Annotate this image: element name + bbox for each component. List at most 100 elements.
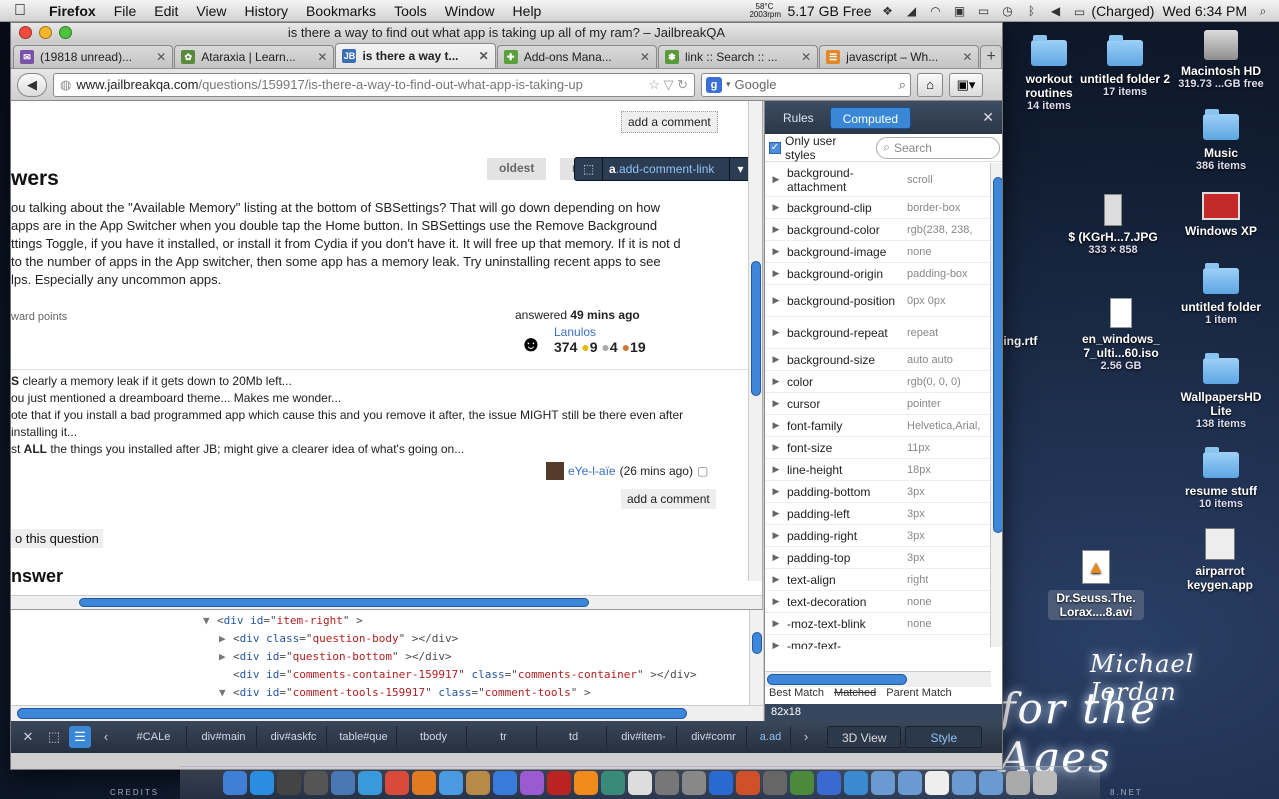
expand-arrow-icon[interactable]: ▶: [765, 508, 787, 519]
volume-icon[interactable]: ◀: [1048, 4, 1064, 18]
close-tab-icon[interactable]: ✕: [156, 50, 166, 64]
close-window-button[interactable]: [19, 26, 32, 39]
breadcrumb-item-selected[interactable]: a.ad: [751, 726, 791, 748]
element-picker-icon[interactable]: ⬚: [575, 158, 603, 180]
docs-folder-icon[interactable]: [898, 771, 922, 795]
desktop-icon-untitled-folder-2[interactable]: untitled folder 2 17 items: [1080, 35, 1170, 98]
styles-horizontal-scrollbar[interactable]: [765, 671, 991, 687]
computed-property-row[interactable]: ▶ cursor pointer: [765, 393, 991, 415]
sort-oldest-tab[interactable]: oldest: [487, 158, 547, 180]
expand-arrow-icon[interactable]: ▶: [765, 420, 787, 431]
spotlight-search-icon[interactable]: ⌕: [1255, 4, 1271, 18]
list-icon[interactable]: [1006, 771, 1030, 795]
html-node[interactable]: <div id="comments-container-159917" clas…: [219, 668, 697, 681]
screen-icon[interactable]: ▣: [952, 4, 968, 18]
close-tab-icon[interactable]: ✕: [801, 50, 811, 64]
close-tab-icon[interactable]: ✕: [479, 49, 489, 63]
expand-arrow-icon[interactable]: ▶: [765, 464, 787, 475]
3d-view-button[interactable]: 3D View: [827, 726, 902, 748]
add-comment-link-bottom[interactable]: add a comment: [621, 489, 716, 509]
expand-arrow-icon[interactable]: ▶: [765, 174, 787, 185]
expand-arrow-icon[interactable]: ▶: [765, 486, 787, 497]
minimize-window-button[interactable]: [39, 26, 52, 39]
close-tab-icon[interactable]: ✕: [640, 50, 650, 64]
google-icon[interactable]: g: [706, 76, 722, 93]
computed-property-row[interactable]: ▶ line-height 18px: [765, 459, 991, 481]
only-user-styles-checkbox[interactable]: ✓: [769, 141, 781, 154]
scroll-thumb[interactable]: [993, 177, 1002, 533]
page-vertical-scrollbar[interactable]: [748, 101, 762, 581]
expand-arrow-icon[interactable]: ▶: [765, 376, 787, 387]
menu-history[interactable]: History: [235, 3, 297, 19]
stack-folder-icon[interactable]: [979, 771, 1003, 795]
search-bar[interactable]: g ▾ Google ⌕: [701, 72, 911, 97]
desktop-icon-jpg[interactable]: $ (KGrH...7.JPG 333 × 858: [1068, 194, 1158, 256]
desktop-icon-rtf[interactable]: ding.rtf: [996, 314, 1056, 348]
url-dropdown-icon[interactable]: ▽: [663, 77, 673, 92]
spotlight-icon[interactable]: [844, 771, 868, 795]
page-horizontal-scrollbar[interactable]: [11, 595, 762, 609]
expand-arrow-icon[interactable]: ▶: [765, 398, 787, 409]
expand-arrow-icon[interactable]: ▶: [765, 596, 787, 607]
menu-edit[interactable]: Edit: [145, 3, 187, 19]
desktop-icon-untitled-folder[interactable]: untitled folder 1 item: [1176, 263, 1266, 326]
breadcrumb-scroll-left-icon[interactable]: ‹: [95, 726, 117, 748]
back-button[interactable]: ◀: [17, 72, 47, 97]
computed-property-row[interactable]: ▶ text-decoration none: [765, 591, 991, 613]
menu-app-name[interactable]: Firefox: [40, 3, 105, 19]
computed-property-row[interactable]: ▶ -moz-text-: [765, 635, 991, 650]
breadcrumb-item[interactable]: div#item-: [611, 726, 677, 748]
computed-property-row[interactable]: ▶ font-family Helvetica,Arial,: [765, 415, 991, 437]
computed-property-row[interactable]: ▶ padding-right 3px: [765, 525, 991, 547]
zoom-window-button[interactable]: [59, 26, 72, 39]
menu-file[interactable]: File: [105, 3, 146, 19]
desktop-icon-windows7-iso[interactable]: en_windows_ 7_ulti...60.iso 2.56 GB: [1076, 298, 1166, 372]
time-machine-icon[interactable]: ◷: [1000, 4, 1016, 18]
finder-icon[interactable]: [223, 771, 247, 795]
expand-arrow-icon[interactable]: ▶: [765, 530, 787, 541]
expand-arrow-icon[interactable]: ▶: [765, 552, 787, 563]
tab-javascript[interactable]: ☰ javascript – Wh... ✕: [819, 45, 980, 68]
wifi-icon[interactable]: ◠: [928, 4, 944, 18]
close-tab-icon[interactable]: ✕: [962, 50, 972, 64]
downloads-folder-icon[interactable]: [952, 771, 976, 795]
scroll-thumb[interactable]: [767, 674, 907, 685]
document-icon[interactable]: [925, 771, 949, 795]
search-engine-dropdown-icon[interactable]: ▾: [726, 79, 731, 90]
parent-match-link[interactable]: Parent Match: [886, 687, 951, 703]
airplay-icon[interactable]: ◢: [904, 4, 920, 18]
computed-property-row[interactable]: ▶ background-color rgb(238, 238,: [765, 219, 991, 241]
computed-property-row[interactable]: ▶ color rgb(0, 0, 0): [765, 371, 991, 393]
expand-arrow-icon[interactable]: ▶: [765, 246, 787, 257]
chrome-icon[interactable]: [385, 771, 409, 795]
style-button[interactable]: Style: [905, 726, 983, 748]
apps-folder-icon[interactable]: [871, 771, 895, 795]
bookmarks-menu-button[interactable]: ▣▾: [949, 72, 983, 97]
new-tab-button[interactable]: +: [980, 45, 1002, 68]
addressbook-icon[interactable]: [466, 771, 490, 795]
home-button[interactable]: ⌂: [917, 72, 943, 97]
expand-arrow-icon[interactable]: ▶: [765, 295, 787, 306]
tab-jailbreakqa[interactable]: JB is there a way t... ✕: [335, 43, 496, 68]
breadcrumb-item[interactable]: div#main: [191, 726, 257, 748]
breadcrumb-item[interactable]: td: [541, 726, 607, 748]
computed-property-row[interactable]: ▶ background-size auto auto: [765, 349, 991, 371]
computed-property-row[interactable]: ▶ background-attachment scroll: [765, 163, 991, 197]
scroll-thumb[interactable]: [17, 708, 687, 719]
computed-property-row[interactable]: ▶ padding-top 3px: [765, 547, 991, 569]
tab-ataraxia[interactable]: ✿ Ataraxia | Learn... ✕: [174, 45, 335, 68]
styles-vertical-scrollbar[interactable]: [990, 163, 1002, 647]
reload-icon[interactable]: ↻: [677, 77, 688, 92]
html-node[interactable]: ▼ <div id="item-right" >: [203, 614, 363, 627]
markup-panel-icon[interactable]: ☰: [69, 726, 91, 748]
breadcrumb-item[interactable]: tbody: [401, 726, 467, 748]
expand-arrow-icon[interactable]: ▶: [765, 442, 787, 453]
preview-icon[interactable]: [331, 771, 355, 795]
tab-computed[interactable]: Computed: [829, 106, 912, 129]
trash-icon[interactable]: [1033, 771, 1057, 795]
appstore-icon[interactable]: [250, 771, 274, 795]
computed-property-row[interactable]: ▶ background-repeat repeat: [765, 317, 991, 349]
scroll-thumb[interactable]: [751, 261, 761, 396]
safari-icon[interactable]: [358, 771, 382, 795]
desktop-icon-macintosh-hd[interactable]: Macintosh HD 319.73 ...GB free: [1176, 30, 1266, 90]
